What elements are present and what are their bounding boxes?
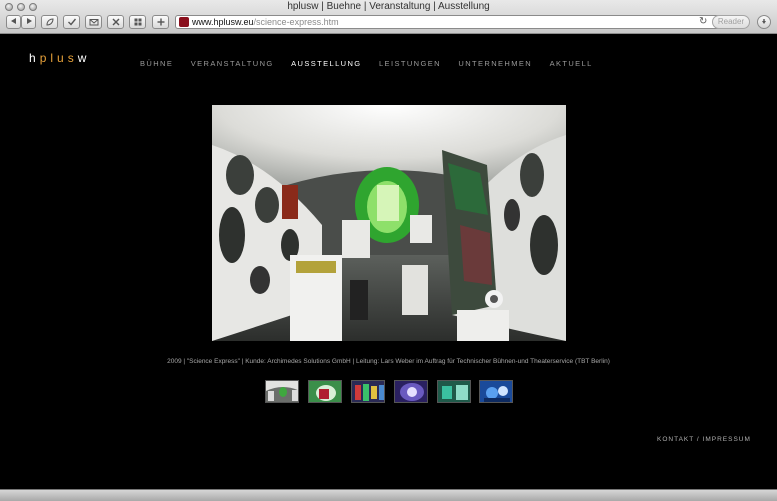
window-title: hplusw | Buehne | Veranstaltung | Ausste… xyxy=(287,1,490,12)
back-arrow-icon xyxy=(10,18,16,24)
footer-links: KONTAKT / IMPRESSUM xyxy=(657,436,751,443)
window-bottom-bar xyxy=(0,489,777,501)
site-favicon-icon xyxy=(179,17,189,27)
reader-button[interactable]: Reader xyxy=(712,15,750,29)
tools-icon xyxy=(112,18,119,26)
logo-letter: w xyxy=(77,51,91,65)
nav-item-unternehmen[interactable]: UNTERNEHMEN xyxy=(458,59,532,68)
grid-icon xyxy=(134,18,141,26)
mail-button[interactable] xyxy=(85,15,102,29)
plus-icon xyxy=(157,18,164,26)
thumbnail-5[interactable] xyxy=(437,380,471,403)
reload-icon[interactable]: ↻ xyxy=(699,17,707,27)
logo-letter: s xyxy=(67,51,78,65)
project-caption: 2009 | "Science Express" | Kunde: Archim… xyxy=(167,358,610,365)
download-arrow-icon xyxy=(762,19,766,24)
address-path: /science-express.htm xyxy=(253,17,339,27)
browser-chrome: hplusw | Buehne | Veranstaltung | Ausste… xyxy=(0,0,777,34)
check-button[interactable] xyxy=(63,15,80,29)
mail-icon xyxy=(89,19,98,26)
logo-letter: u xyxy=(57,51,68,65)
bookmarks-button[interactable] xyxy=(41,15,58,29)
footer-separator: / xyxy=(694,436,703,443)
new-tab-button[interactable] xyxy=(152,15,169,29)
forward-button[interactable] xyxy=(21,15,36,29)
thumbnail-2[interactable] xyxy=(308,380,342,403)
back-button[interactable] xyxy=(6,15,21,29)
imprint-link[interactable]: IMPRESSUM xyxy=(703,436,751,443)
title-bar: hplusw | Buehne | Veranstaltung | Ausste… xyxy=(0,0,777,14)
leaf-icon xyxy=(45,18,54,26)
contact-link[interactable]: KONTAKT xyxy=(657,436,694,443)
nav-item-ausstellung[interactable]: AUSSTELLUNG xyxy=(291,59,361,68)
address-url: www.hplusw.eu/science-express.htm xyxy=(192,16,339,28)
nav-item-veranstaltung[interactable]: VERANSTALTUNG xyxy=(191,59,274,68)
site-logo[interactable]: hplusw xyxy=(29,51,90,65)
address-field[interactable]: www.hplusw.eu/science-express.htm ↻ xyxy=(175,15,720,29)
tools-button[interactable] xyxy=(107,15,124,29)
logo-letter: p xyxy=(39,51,51,65)
downloads-button[interactable] xyxy=(757,15,771,29)
nav-item-buehne[interactable]: BÜHNE xyxy=(140,59,173,68)
thumbnail-3[interactable] xyxy=(351,380,385,403)
grid-button[interactable] xyxy=(129,15,146,29)
exhibition-photo xyxy=(212,105,566,341)
thumbnail-4[interactable] xyxy=(394,380,428,403)
main-navigation: BÜHNE VERANSTALTUNG AUSSTELLUNG LEISTUNG… xyxy=(140,53,606,71)
forward-arrow-icon xyxy=(26,18,32,24)
logo-letter: h xyxy=(29,51,40,65)
thumbnail-1[interactable] xyxy=(265,380,299,403)
nav-item-aktuell[interactable]: AKTUELL xyxy=(550,59,593,68)
address-domain: www.hplusw.eu xyxy=(192,17,254,27)
thumbnail-6[interactable] xyxy=(479,380,513,403)
nav-item-leistungen[interactable]: LEISTUNGEN xyxy=(379,59,441,68)
checkmark-icon xyxy=(67,18,76,26)
